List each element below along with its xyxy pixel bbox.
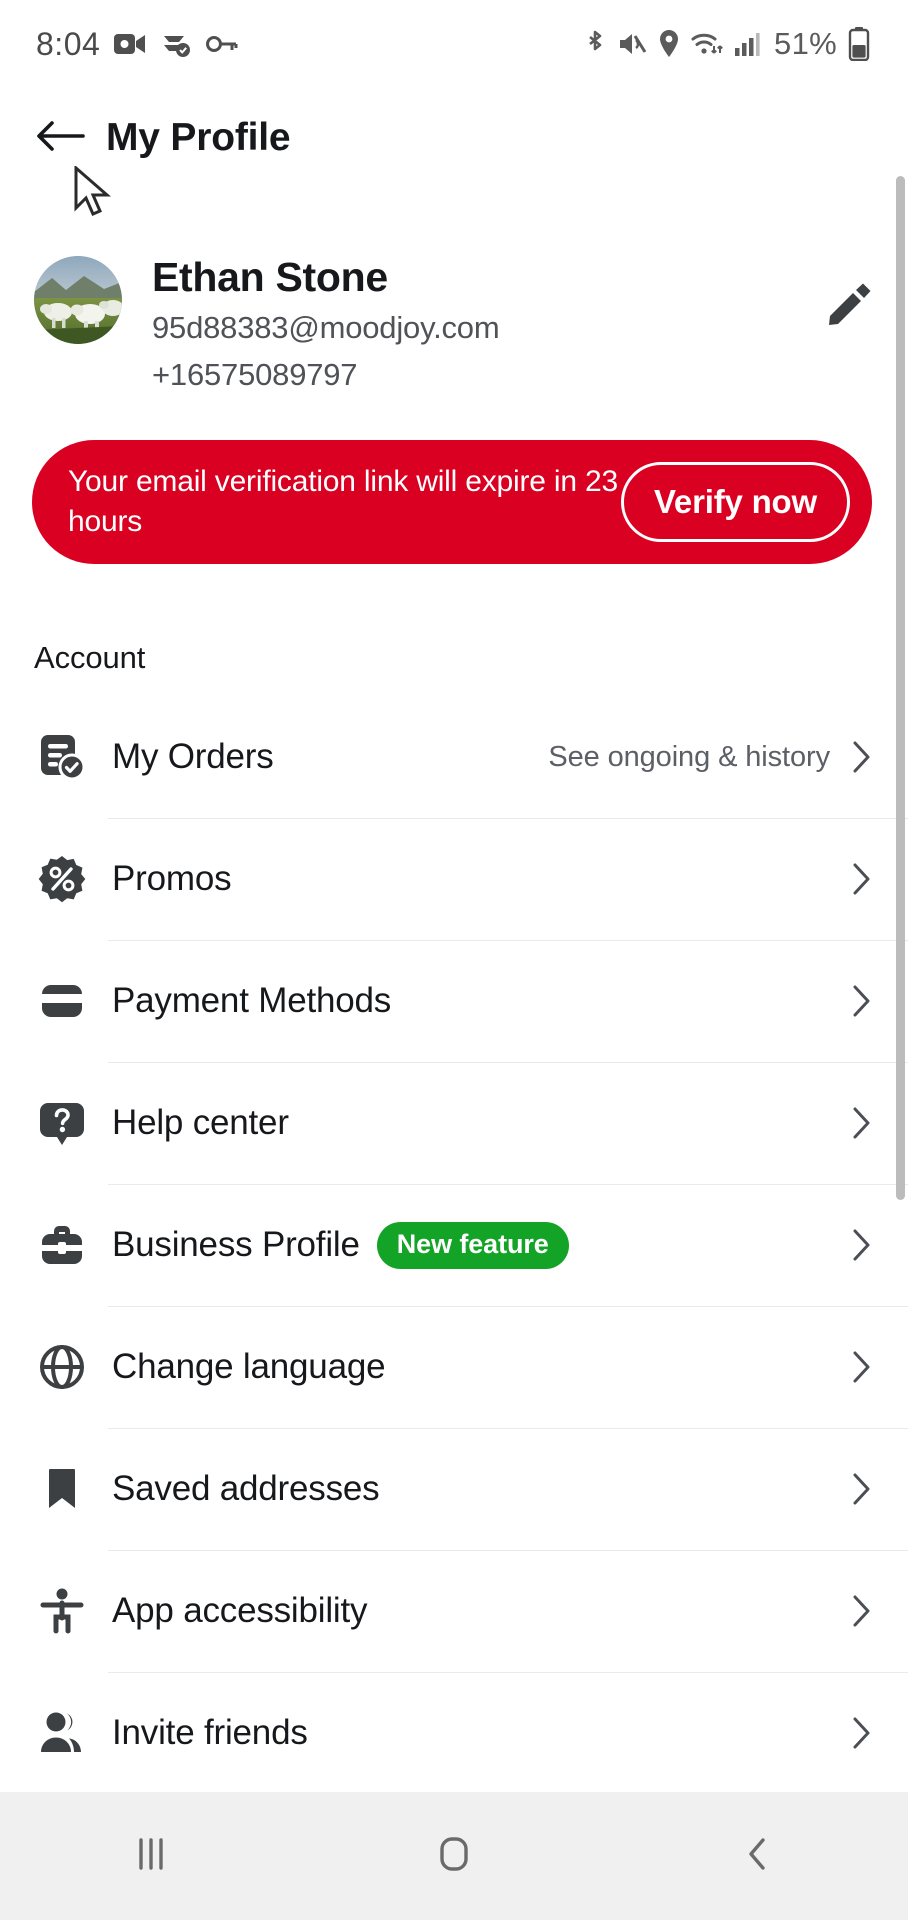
menu-item-payment-methods[interactable]: Payment Methods bbox=[0, 940, 908, 1062]
orders-icon bbox=[34, 729, 90, 785]
bookmark-icon bbox=[34, 1461, 90, 1517]
menu-item-change-language[interactable]: Change language bbox=[0, 1306, 908, 1428]
chevron-right-icon bbox=[852, 862, 872, 896]
status-bar-clock: 8:04 bbox=[36, 25, 101, 62]
system-navigation-bar bbox=[0, 1792, 908, 1920]
battery-percent-label: 51% bbox=[774, 26, 837, 61]
menu-item-invite-friends[interactable]: Invite friends bbox=[0, 1672, 908, 1794]
menu-item-label: Payment Methods bbox=[112, 981, 392, 1020]
pencil-icon bbox=[825, 283, 871, 334]
menu-item-promos[interactable]: Promos bbox=[0, 818, 908, 940]
chevron-right-icon bbox=[852, 1350, 872, 1384]
menu-item-label: Business Profile bbox=[112, 1225, 360, 1264]
status-bar: 8:04 51% bbox=[0, 0, 908, 88]
menu-item-label: Help center bbox=[112, 1103, 289, 1142]
verify-now-button[interactable]: Verify now bbox=[620, 462, 850, 542]
menu-item-app-accessibility[interactable]: App accessibility bbox=[0, 1550, 908, 1672]
back-button[interactable] bbox=[34, 112, 86, 164]
accessibility-icon bbox=[34, 1583, 90, 1639]
profile-summary: Ethan Stone 95d88383@moodjoy.com +165750… bbox=[0, 250, 908, 392]
help-question-icon bbox=[34, 1095, 90, 1151]
menu-item-my-orders[interactable]: My Orders See ongoing & history bbox=[0, 696, 908, 818]
status-bar-right: 51% bbox=[584, 0, 870, 88]
status-bar-left: 8:04 bbox=[0, 26, 238, 63]
section-title-account: Account bbox=[34, 640, 146, 675]
chevron-right-icon bbox=[852, 740, 872, 774]
banner-message: Your email verification link will expire… bbox=[68, 465, 618, 538]
globe-icon bbox=[34, 1339, 90, 1395]
profile-text: Ethan Stone 95d88383@moodjoy.com +165750… bbox=[152, 250, 500, 398]
location-icon bbox=[658, 29, 680, 59]
vertical-scrollbar[interactable] bbox=[896, 176, 905, 1200]
email-verification-banner: Your email verification link will expire… bbox=[32, 440, 872, 564]
menu-item-label: Change language bbox=[112, 1347, 386, 1386]
home-icon bbox=[432, 1832, 476, 1881]
app-header: My Profile bbox=[0, 96, 908, 180]
briefcase-icon bbox=[34, 1217, 90, 1273]
avatar[interactable] bbox=[34, 256, 122, 344]
chevron-right-icon bbox=[852, 1716, 872, 1750]
signal-icon bbox=[734, 30, 760, 58]
menu-item-help-center[interactable]: Help center bbox=[0, 1062, 908, 1184]
chevron-right-icon bbox=[852, 984, 872, 1018]
data-saver-icon bbox=[160, 30, 192, 58]
menu-item-subtitle: See ongoing & history bbox=[548, 740, 830, 773]
profile-email: 95d88383@moodjoy.com bbox=[152, 310, 500, 345]
page-title: My Profile bbox=[106, 116, 291, 159]
arrow-left-icon bbox=[35, 118, 85, 159]
chevron-right-icon bbox=[852, 1594, 872, 1628]
menu-item-label: My Orders bbox=[112, 737, 274, 776]
profile-name: Ethan Stone bbox=[152, 254, 388, 300]
back-icon bbox=[740, 1832, 774, 1881]
menu-item-label: Saved addresses bbox=[112, 1469, 380, 1508]
chevron-right-icon bbox=[852, 1106, 872, 1140]
menu-item-business-profile[interactable]: Business Profile New feature bbox=[0, 1184, 908, 1306]
status-badge-new-feature: New feature bbox=[376, 1221, 569, 1269]
profile-screen: 8:04 51% My Profile Ethan Stone 95d88383… bbox=[0, 0, 908, 1920]
edit-profile-button[interactable] bbox=[820, 280, 876, 336]
recents-button[interactable] bbox=[0, 1792, 303, 1920]
back-button-nav[interactable] bbox=[605, 1792, 908, 1920]
menu-item-label: Promos bbox=[112, 859, 232, 898]
account-menu-list: My Orders See ongoing & history Promos P… bbox=[0, 696, 908, 1794]
mute-icon bbox=[617, 30, 647, 58]
bluetooth-icon bbox=[584, 29, 606, 59]
recents-icon bbox=[131, 1832, 171, 1881]
people-icon bbox=[34, 1705, 90, 1761]
menu-item-label: App accessibility bbox=[112, 1591, 368, 1630]
chevron-right-icon bbox=[852, 1472, 872, 1506]
profile-phone: +16575089797 bbox=[152, 357, 358, 392]
menu-item-label: Invite friends bbox=[112, 1713, 308, 1752]
battery-icon bbox=[848, 27, 870, 61]
home-button[interactable] bbox=[303, 1792, 606, 1920]
wifi-icon bbox=[691, 30, 723, 58]
vpn-key-icon bbox=[206, 33, 238, 55]
menu-item-saved-addresses[interactable]: Saved addresses bbox=[0, 1428, 908, 1550]
credit-card-icon bbox=[34, 973, 90, 1029]
video-camera-icon bbox=[114, 31, 146, 57]
discount-icon bbox=[34, 851, 90, 907]
chevron-right-icon bbox=[852, 1228, 872, 1262]
